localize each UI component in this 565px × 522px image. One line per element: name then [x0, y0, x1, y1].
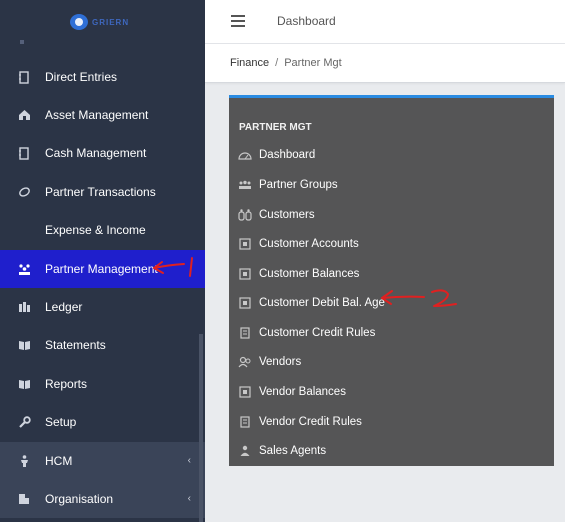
- panel-item-customers[interactable]: Customers: [238, 204, 315, 226]
- panel-item-label: Customer Credit Rules: [259, 327, 376, 339]
- partner-mgt-panel: PARTNER MGT Dashboard Partner Groups Cus…: [229, 95, 554, 466]
- asset-icon: [17, 108, 31, 122]
- sidebar-item-label: Expense & Income: [45, 223, 146, 237]
- app-logo[interactable]: GRIERN: [70, 12, 129, 32]
- sidebar-item-reports[interactable]: Reports: [0, 365, 205, 403]
- annotation-arrow-1-icon: [153, 257, 193, 277]
- top-header: Dashboard: [205, 0, 565, 44]
- account-icon: [238, 237, 252, 251]
- sidebar-item-label: Statements: [45, 338, 106, 352]
- account-icon: [238, 385, 252, 399]
- sidebar-scrollbar[interactable]: [199, 334, 203, 522]
- rules-icon: [238, 326, 252, 340]
- panel-item-label: Vendor Credit Rules: [259, 416, 362, 428]
- breadcrumb-bar: Finance / Partner Mgt: [205, 44, 565, 83]
- sidebar-item-label: Cash Management: [45, 146, 147, 160]
- sidebar-item-direct-entries[interactable]: Direct Entries: [0, 58, 205, 96]
- partner-transactions-icon: [17, 185, 31, 199]
- partner-icon: [17, 262, 31, 276]
- account-icon: [238, 267, 252, 281]
- sidebar-item-label: HCM: [45, 454, 73, 468]
- sidebar-item-label: Partner Transactions: [45, 185, 156, 199]
- panel-item-vendor-balances[interactable]: Vendor Balances: [238, 381, 346, 403]
- account-icon: [238, 296, 252, 310]
- ledger-icon: [17, 70, 31, 84]
- panel-item-vendors[interactable]: Vendors: [238, 351, 301, 373]
- sidebar-item-hcm[interactable]: HCM ‹: [0, 442, 205, 480]
- panel-item-label: Dashboard: [259, 149, 316, 161]
- breadcrumb-current: Partner Mgt: [284, 57, 342, 69]
- sidebar-item-asset-management[interactable]: Asset Management: [0, 96, 205, 134]
- logo-text: GRIERN: [92, 17, 130, 27]
- wrench-icon: [17, 415, 31, 429]
- cash-icon: [17, 146, 31, 160]
- breadcrumb: Finance / Partner Mgt: [230, 57, 342, 69]
- dashboard-icon: [238, 148, 252, 162]
- sidebar-item-ledger[interactable]: Ledger: [0, 288, 205, 326]
- person-icon: [17, 454, 31, 468]
- panel-item-vendor-credit-rules[interactable]: Vendor Credit Rules: [238, 411, 362, 433]
- panel-item-label: Customer Balances: [259, 268, 360, 280]
- panel-item-customer-balances[interactable]: Customer Balances: [238, 263, 359, 285]
- panel-item-label: Vendors: [259, 356, 302, 368]
- sidebar-item-setup[interactable]: Setup: [0, 403, 205, 441]
- agent-icon: [238, 444, 252, 458]
- rules-icon: [238, 415, 252, 429]
- statements-icon: [17, 338, 31, 352]
- sidebar-item-expense-income[interactable]: Expense & Income: [0, 211, 205, 249]
- panel-item-label: Customer Accounts: [259, 238, 359, 250]
- sidebar-item-cash-management[interactable]: Cash Management: [0, 134, 205, 172]
- chevron-left-icon: ‹: [187, 493, 191, 504]
- panel-item-label: Sales Agents: [259, 445, 327, 457]
- sidebar-item-organisation[interactable]: Organisation ‹: [0, 480, 205, 518]
- breadcrumb-separator: /: [275, 57, 279, 69]
- logo-mark-icon: [70, 14, 88, 30]
- sidebar-item-label: Organisation: [45, 492, 114, 506]
- chevron-left-icon: ‹: [187, 455, 191, 466]
- hamburger-menu-icon[interactable]: [231, 15, 245, 27]
- header-title[interactable]: Dashboard: [277, 14, 336, 28]
- customers-icon: [238, 208, 252, 222]
- panel-item-label: Vendor Balances: [259, 386, 346, 398]
- reports-icon: [17, 377, 31, 391]
- panel-item-dashboard[interactable]: Dashboard: [238, 144, 315, 166]
- sidebar-item-label: Direct Entries: [45, 70, 118, 84]
- panel-item-customer-accounts[interactable]: Customer Accounts: [238, 233, 359, 255]
- sidebar-item-partner-transactions[interactable]: Partner Transactions: [0, 173, 205, 211]
- panel-title: PARTNER MGT: [239, 122, 312, 133]
- group-icon: [238, 178, 252, 192]
- sidebar-item-statements[interactable]: Statements: [0, 326, 205, 364]
- annotation-arrow-2-icon: [381, 289, 457, 307]
- panel-item-sales-agents[interactable]: Sales Agents: [238, 440, 326, 462]
- sidebar-item-label: Setup: [45, 415, 77, 429]
- sidebar-divider-icon: [20, 40, 24, 44]
- panel-item-partner-groups[interactable]: Partner Groups: [238, 174, 338, 196]
- ledger-book-icon: [17, 300, 31, 314]
- panel-item-customer-debit-bal-age[interactable]: Customer Debit Bal. Age: [238, 292, 385, 314]
- panel-item-label: Customers: [259, 209, 315, 221]
- sidebar-item-label: Reports: [45, 377, 88, 391]
- expense-icon: [17, 223, 31, 237]
- panel-item-customer-credit-rules[interactable]: Customer Credit Rules: [238, 322, 375, 344]
- sidebar-item-label: Asset Management: [45, 108, 149, 122]
- vendor-icon: [238, 355, 252, 369]
- breadcrumb-root[interactable]: Finance: [230, 57, 269, 69]
- sidebar-item-label: Partner Management: [45, 262, 158, 276]
- panel-item-label: Customer Debit Bal. Age: [259, 297, 385, 309]
- panel-item-label: Partner Groups: [259, 179, 338, 191]
- sidebar-item-label: Ledger: [45, 300, 83, 314]
- building-icon: [17, 492, 31, 506]
